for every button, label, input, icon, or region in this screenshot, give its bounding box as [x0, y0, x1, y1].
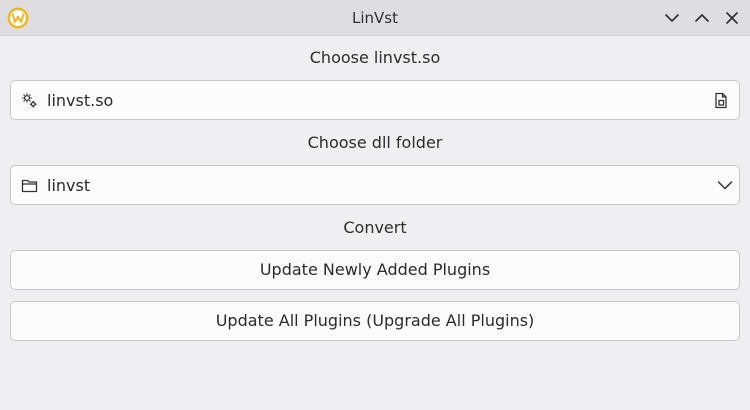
dll-folder-value: linvst	[47, 176, 91, 195]
convert-label: Convert	[343, 218, 407, 237]
minimize-button[interactable]	[663, 9, 681, 27]
gears-icon	[22, 93, 37, 108]
title-bar[interactable]: LinVst	[0, 0, 750, 36]
chevron-down-icon[interactable]	[717, 179, 733, 191]
chevron-down-icon	[665, 14, 679, 22]
dll-folder-dropdown[interactable]: linvst	[10, 165, 740, 205]
window-title: LinVst	[352, 9, 398, 27]
linvst-so-value: linvst.so	[47, 91, 114, 110]
file-open-icon[interactable]	[713, 92, 729, 109]
chevron-up-icon	[695, 14, 709, 22]
close-button[interactable]	[723, 9, 741, 27]
close-icon	[726, 12, 738, 24]
update-all-plugins-button[interactable]: Update All Plugins (Upgrade All Plugins)	[10, 301, 740, 341]
choose-so-label: Choose linvst.so	[309, 48, 441, 67]
maximize-button[interactable]	[693, 9, 711, 27]
linvst-so-field[interactable]: linvst.so	[10, 80, 740, 120]
choose-dll-label: Choose dll folder	[307, 133, 443, 152]
folder-icon	[21, 179, 38, 193]
update-new-plugins-button[interactable]: Update Newly Added Plugins	[10, 250, 740, 290]
